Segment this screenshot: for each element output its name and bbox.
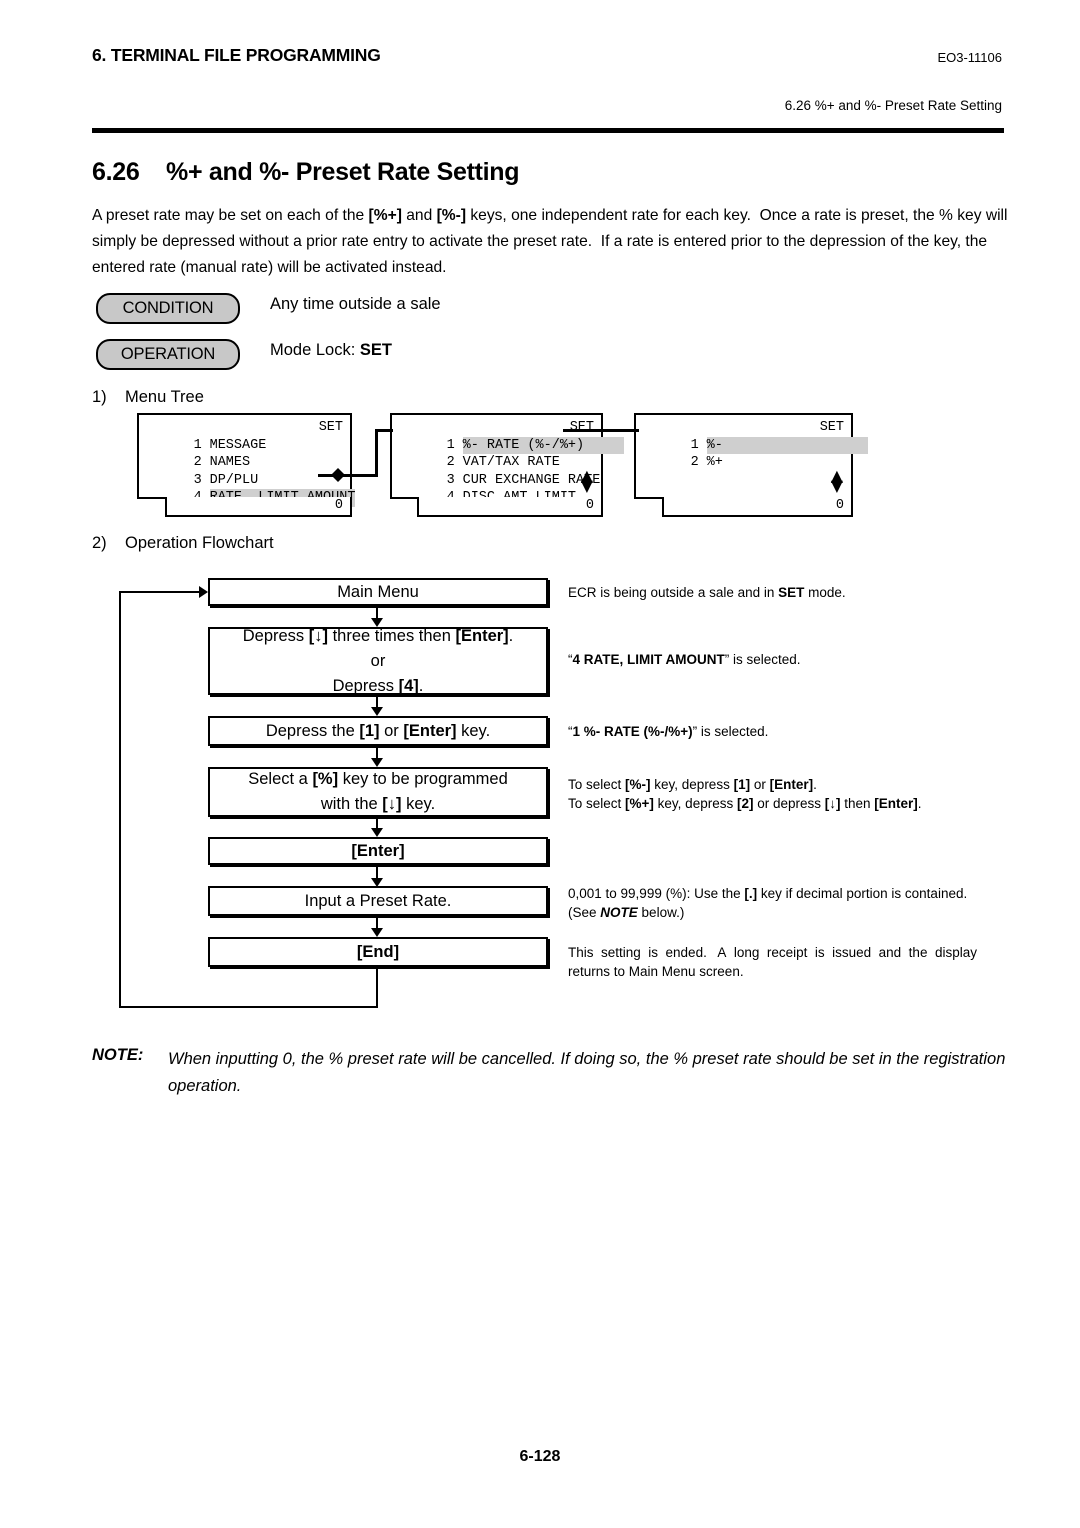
header-chapter-title: 6. TERMINAL FILE PROGRAMMING xyxy=(92,45,381,65)
flowchart-box-line: with the [↓] key. xyxy=(320,795,436,813)
scroll-updown-icon: ▲ ▼ xyxy=(580,466,593,495)
flowchart-box-line: Depress the [1] or [Enter] key. xyxy=(265,721,491,740)
flowchart-loop-line xyxy=(119,591,203,593)
lcd-row: 2 NAMES xyxy=(139,437,350,470)
flowchart-loop-line xyxy=(376,967,378,1008)
lcd-statusbar: 0 xyxy=(417,497,603,517)
flowchart-note-percent-rate-selected: “1 %- RATE (%-/%+)” is selected. xyxy=(568,724,769,739)
lcd-row-mode: SET xyxy=(569,420,594,435)
flowchart-box-line: Main Menu xyxy=(337,582,419,601)
menu-connector-line xyxy=(563,429,639,432)
lcd-row: 3 CUR EXCHANGE RATE xyxy=(392,454,601,488)
header-document-number: EO3-11106 xyxy=(937,50,1002,65)
flowchart-box-line: Depress [4]. xyxy=(332,676,424,695)
menu-connector-line xyxy=(375,429,393,432)
lcd-row-mode: SET xyxy=(819,420,844,435)
flowchart-arrow-head-icon xyxy=(371,758,383,767)
flowchart-box-input-preset-rate: Input a Preset Rate. xyxy=(208,886,548,916)
lcd-row: 1 %- RATE (%-/%+) SET xyxy=(392,419,625,454)
flowchart-note-select-percent-key: To select [%-] key, depress [1] or [Ente… xyxy=(568,777,922,811)
operation-pill: OPERATION xyxy=(96,339,240,370)
note-label: NOTE: xyxy=(92,1046,144,1064)
lcd-statusbar: 0 xyxy=(165,497,352,517)
lcd-row: 2 VAT/TAX RATE xyxy=(392,437,601,470)
step-label-operation-flowchart: 2) Operation Flowchart xyxy=(92,534,274,552)
flowchart-box-line: [Enter] xyxy=(351,841,405,860)
scroll-updown-icon: ▲ ▼ xyxy=(830,466,843,495)
note-body: When inputting 0, the % preset rate will… xyxy=(168,1050,1006,1095)
header-running-section: 6.26 %+ and %- Preset Rate Setting xyxy=(784,98,1002,113)
page-title: 6.26 %+ and %- Preset Rate Setting xyxy=(92,158,520,186)
flowchart-loop-line xyxy=(119,591,121,1008)
header-divider-rule xyxy=(92,128,1004,133)
lcd-statusbar: 0 xyxy=(662,497,853,517)
page-number-footer: 6-128 xyxy=(519,1448,561,1465)
operation-text: Mode Lock: SET xyxy=(270,341,392,359)
flowchart-loop-line xyxy=(119,1006,378,1008)
lcd-screen-rate-limit-amount: 1 %- RATE (%-/%+) SET 2 VAT/TAX RATE 3 CUR … xyxy=(390,413,625,505)
flowchart-box-enter: [Enter] xyxy=(208,837,548,865)
flowchart-box-depress-1-or-enter: Depress the [1] or [Enter] key. xyxy=(208,716,548,746)
flowchart-box-line: Select a [%] key to be programmed xyxy=(248,770,508,788)
lcd-row: 4DISC AMT LIMIT xyxy=(392,472,601,505)
flowchart-note-main-menu: ECR is being outside a sale and in SET m… xyxy=(568,585,846,600)
lcd-row: 2 %+ xyxy=(636,437,851,470)
lcd-row: 3 DP/PLU xyxy=(139,454,350,488)
lcd-screen-percent-key-select: 1 %- SET 2 %+ ▲ ▼ xyxy=(634,413,868,499)
flowchart-box-select-percent-key: Select a [%] key to be programmed with t… xyxy=(208,767,548,817)
condition-pill: CONDITION xyxy=(96,293,240,324)
flowchart-box-line: or xyxy=(370,651,386,670)
flowchart-arrow-head-icon xyxy=(371,828,383,837)
flowchart-note-end: This setting is ended. A long receipt is… xyxy=(568,945,977,979)
lcd-row-empty xyxy=(636,454,851,472)
menu-connector-diamond-icon xyxy=(331,468,352,482)
intro-paragraph: A preset rate may be set on each of the … xyxy=(92,207,1008,276)
flowchart-box-main-menu: Main Menu xyxy=(208,578,548,606)
lcd-row: 1 MESSAGE SET xyxy=(139,419,350,453)
flowchart-box-depress-down: Depress [↓] three times then [Enter]. or… xyxy=(208,627,548,695)
condition-text: Any time outside a sale xyxy=(270,295,441,313)
flowchart-box-line: [End] xyxy=(356,942,400,961)
flowchart-note-rate-limit-selected: “4 RATE, LIMIT AMOUNT” is selected. xyxy=(568,652,801,667)
flowchart-box-line: Depress [↓] three times then [Enter]. xyxy=(242,626,514,645)
flowchart-note-input-range: 0,001 to 99,999 (%): Use the [.] key if … xyxy=(568,886,968,920)
menu-connector-line xyxy=(375,429,378,477)
flowchart-box-end: [End] xyxy=(208,937,548,967)
flowchart-arrow-head-icon xyxy=(371,707,383,716)
flowchart-loop-arrow-head-icon xyxy=(199,586,208,598)
lcd-row: 1 %- SET xyxy=(636,419,868,454)
flowchart-box-line: Input a Preset Rate. xyxy=(304,891,452,910)
lcd-screen-main-menu: 1MESSAGE SET 2NAMES 3DP/PLU 4RATE, LIMIT… xyxy=(137,413,356,507)
flowchart-arrow-head-icon xyxy=(371,928,383,937)
lcd-row-empty xyxy=(636,472,851,490)
step-label-menu-tree: 1) Menu Tree xyxy=(92,388,204,406)
lcd-row-mode: SET xyxy=(318,420,343,435)
